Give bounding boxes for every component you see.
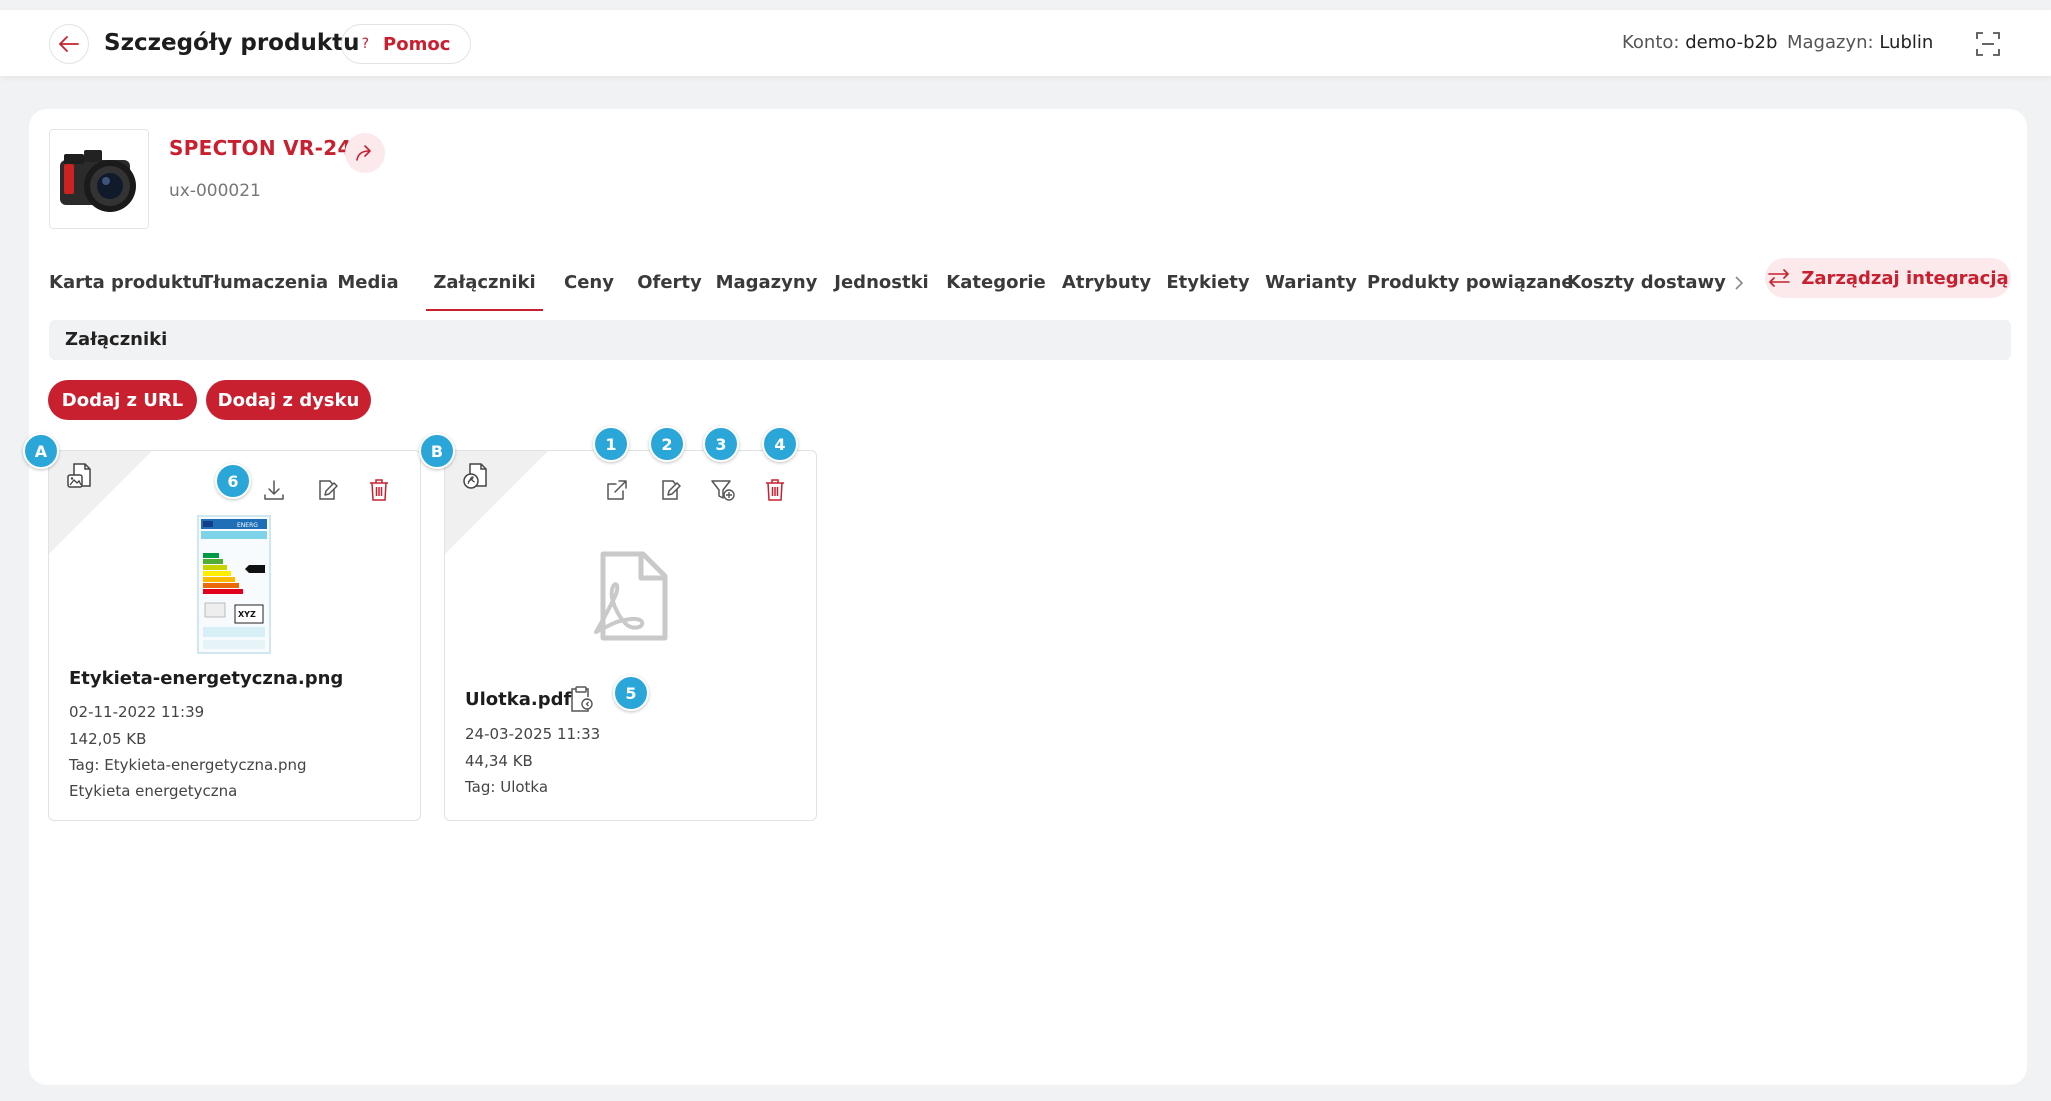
swap-arrows-icon — [1768, 269, 1791, 287]
download-button[interactable] — [260, 476, 288, 504]
pdf-preview-icon — [594, 551, 668, 641]
tab-jednostki[interactable]: Jednostki — [831, 257, 932, 311]
product-image — [49, 129, 149, 229]
tab-zalaczniki[interactable]: Załączniki — [426, 257, 543, 311]
attachment-filename: Ulotka.pdf — [465, 689, 572, 710]
tab-magazyny[interactable]: Magazyny — [715, 257, 818, 311]
callout-badge-a: A — [23, 433, 59, 469]
page-title: Szczegóły produktu — [104, 30, 360, 56]
pdf-file-icon — [463, 463, 487, 489]
tab-koszty-dostawy[interactable]: Koszty dostawy — [1567, 257, 1726, 311]
callout-badge-2: 2 — [649, 426, 685, 462]
open-external-button[interactable] — [603, 476, 631, 504]
attachment-tag: Tag: Ulotka — [465, 778, 549, 796]
manage-integration-label: Zarządzaj integracją — [1801, 267, 2009, 289]
back-button[interactable] — [49, 24, 89, 64]
callout-badge-b: B — [419, 433, 455, 469]
help-button[interactable]: ? Pomoc — [341, 24, 471, 64]
add-filter-button[interactable] — [709, 476, 737, 504]
tab-etykiety[interactable]: Etykiety — [1163, 257, 1253, 311]
tab-oferty[interactable]: Oferty — [631, 257, 708, 311]
attachment-card-image: ENERG XYZ Etykieta-energetyczna.png 02-1… — [48, 450, 421, 821]
image-file-icon — [67, 463, 91, 488]
attachment-card-pdf: Ulotka.pdf 24-03-2025 11:33 44,34 KB Tag… — [444, 450, 817, 821]
section-title: Załączniki — [65, 329, 168, 350]
fullscreen-icon[interactable] — [1974, 30, 2002, 58]
edit-button[interactable] — [656, 476, 684, 504]
account-info: Konto: demo-b2b — [1622, 32, 1778, 53]
tabs-next-button[interactable] — [1727, 257, 1751, 309]
clipboard-copy-icon[interactable] — [569, 685, 595, 713]
delete-button[interactable] — [365, 476, 393, 504]
svg-text:ENERG: ENERG — [237, 522, 258, 529]
attachments-section-header: Załączniki — [49, 320, 2011, 360]
tab-karta-produktu[interactable]: Karta produktu — [49, 257, 204, 311]
callout-badge-5: 5 — [613, 675, 649, 711]
chevron-right-icon — [1735, 276, 1744, 290]
callout-badge-4: 4 — [762, 426, 798, 462]
attachment-filename: Etykieta-energetyczna.png — [69, 668, 344, 689]
product-code: ux-000021 — [169, 181, 261, 201]
svg-text:XYZ: XYZ — [238, 610, 256, 619]
share-button[interactable] — [345, 133, 385, 173]
edit-button[interactable] — [313, 476, 341, 504]
filter-plus-icon — [711, 480, 735, 501]
edit-icon — [662, 480, 681, 500]
attachment-size: 142,05 KB — [69, 730, 147, 748]
add-from-disk-button[interactable]: Dodaj z dysku — [206, 380, 371, 420]
delete-button[interactable] — [761, 476, 789, 504]
question-icon: ? — [361, 36, 370, 52]
camera-icon — [50, 130, 148, 228]
attachment-size: 44,34 KB — [465, 752, 533, 770]
manage-integration-button[interactable]: Zarządzaj integracją — [1765, 258, 2011, 298]
tab-kategorie[interactable]: Kategorie — [942, 257, 1050, 311]
warehouse-value: Lublin — [1879, 32, 1934, 53]
tab-media[interactable]: Media — [332, 257, 404, 311]
attachment-description: Etykieta energetyczna — [69, 782, 238, 800]
tab-atrybuty[interactable]: Atrybuty — [1059, 257, 1154, 311]
tab-produkty-powiazane[interactable]: Produkty powiązane — [1367, 257, 1574, 311]
attachment-date: 24-03-2025 11:33 — [465, 725, 601, 743]
callout-badge-3: 3 — [703, 426, 739, 462]
callout-badge-6: 6 — [215, 463, 251, 499]
app-header: Szczegóły produktu ? Pomoc Konto: demo-b… — [0, 10, 2051, 76]
external-link-icon — [607, 480, 627, 500]
help-label: Pomoc — [383, 33, 451, 55]
tab-warianty[interactable]: Warianty — [1263, 257, 1359, 311]
attachment-tag: Tag: Etykieta-energetyczna.png — [69, 756, 307, 774]
energy-label-preview: ENERG XYZ — [197, 515, 271, 654]
share-arrow-icon — [356, 145, 371, 161]
trash-icon — [370, 479, 388, 501]
account-value: demo-b2b — [1685, 32, 1778, 53]
arrow-left-icon — [59, 36, 79, 52]
edit-icon — [319, 480, 338, 500]
trash-icon — [766, 479, 784, 501]
tab-tlumaczenia[interactable]: Tłumaczenia — [201, 257, 328, 311]
product-name: SPECTON VR-24 — [169, 136, 352, 160]
download-icon — [264, 480, 284, 500]
add-from-url-button[interactable]: Dodaj z URL — [48, 380, 197, 420]
tab-ceny[interactable]: Ceny — [559, 257, 619, 311]
warehouse-info: Magazyn: Lublin — [1787, 32, 1934, 53]
top-strip — [0, 0, 2051, 10]
attachment-date: 02-11-2022 11:39 — [69, 703, 205, 721]
callout-badge-1: 1 — [593, 426, 629, 462]
product-card: SPECTON VR-24 ux-000021 Karta produktu T… — [23, 109, 2027, 1085]
